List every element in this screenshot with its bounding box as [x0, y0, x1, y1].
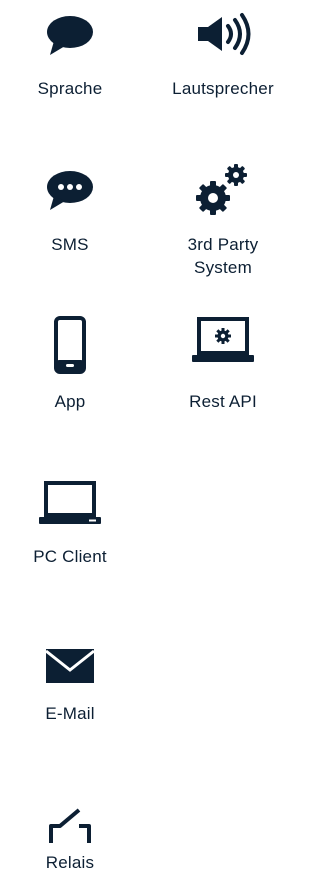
channel-sms[interactable]: SMS — [0, 160, 140, 290]
channel-app[interactable]: App — [0, 310, 140, 420]
speech-bubble-icon — [45, 15, 95, 57]
channel-label: SMS — [51, 235, 89, 254]
channel-label: Lautsprecher — [172, 79, 274, 98]
gears-icon — [193, 160, 253, 218]
sms-bubble-icon — [45, 170, 95, 212]
channel-label: Sprache — [37, 79, 103, 98]
channel-label: 3rd Party System — [187, 235, 259, 277]
channel-label: Relais — [45, 853, 95, 872]
channel-relais[interactable]: Relais — [0, 795, 140, 878]
channel-label: App — [54, 392, 86, 411]
channel-pc-client[interactable]: PC Client — [0, 470, 140, 580]
channel-label: PC Client — [33, 547, 107, 566]
channel-3rd-party-system[interactable]: 3rd Party System — [153, 160, 293, 290]
channel-e-mail[interactable]: E-Mail — [0, 630, 140, 740]
channel-lautsprecher[interactable]: Lautsprecher — [153, 0, 293, 110]
laptop-gear-icon — [190, 316, 256, 366]
channel-label: Rest API — [189, 392, 257, 411]
channel-sprache[interactable]: Sprache — [0, 0, 140, 110]
channel-label: E-Mail — [45, 704, 95, 723]
speaker-icon — [192, 12, 254, 56]
laptop-icon — [37, 480, 103, 528]
smartphone-icon — [54, 316, 86, 374]
channel-rest-api[interactable]: Rest API — [153, 310, 293, 420]
relay-switch-icon — [43, 805, 97, 845]
envelope-icon — [45, 648, 95, 684]
